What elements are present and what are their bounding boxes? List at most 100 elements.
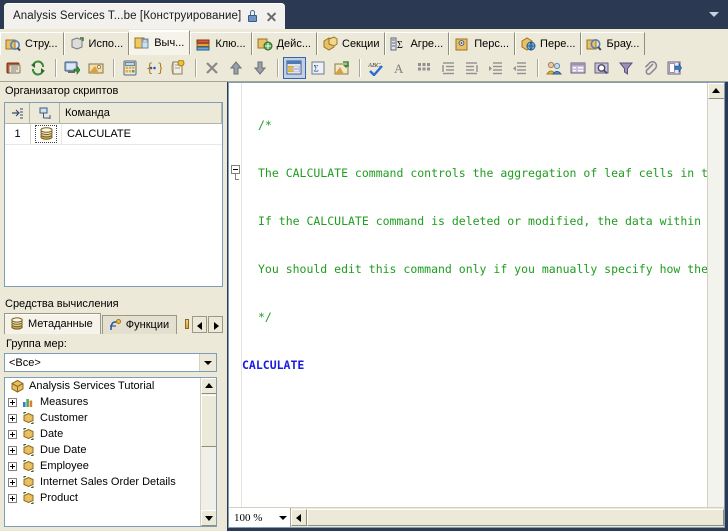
calculation-properties-icon[interactable]	[331, 57, 354, 79]
expand-plus-icon[interactable]	[8, 445, 17, 455]
expand-plus-icon[interactable]	[8, 413, 17, 423]
kpi-icon	[195, 36, 211, 52]
editor-horizontal-scrollbar[interactable]	[307, 509, 724, 526]
new-script-command-icon[interactable]	[3, 57, 26, 79]
measure-group-select[interactable]: <Все>	[4, 353, 217, 372]
tab-metadata-label: Метаданные	[28, 318, 93, 330]
script-view-icon[interactable]: Σ	[307, 57, 330, 79]
increase-indent-icon[interactable]	[485, 57, 508, 79]
row-selector-icon[interactable]	[5, 103, 30, 123]
tab-calculations-label: Выч...	[154, 36, 185, 49]
attach-icon[interactable]	[639, 57, 662, 79]
tab-metadata[interactable]: Метаданные	[4, 313, 101, 334]
scrollbar-thumb[interactable]	[201, 395, 216, 447]
new-named-set-icon[interactable]: {}	[143, 57, 166, 79]
grid-icon[interactable]	[413, 57, 436, 79]
grid-column-command[interactable]: Команда	[60, 103, 222, 123]
expand-plus-icon[interactable]	[8, 477, 17, 487]
tree-item-date[interactable]: Date	[5, 426, 200, 442]
export-icon[interactable]	[663, 57, 686, 79]
actions-icon	[257, 36, 273, 52]
font-icon[interactable]: A	[389, 57, 412, 79]
filter-icon[interactable]	[615, 57, 638, 79]
indent-right-icon[interactable]	[461, 57, 484, 79]
measures-icon	[21, 395, 36, 409]
tab-functions[interactable]: Функции	[101, 315, 178, 334]
scroll-left-icon[interactable]	[192, 316, 207, 333]
collapse-minus-icon[interactable]	[231, 165, 240, 174]
scroll-up-icon[interactable]	[708, 83, 724, 99]
move-down-icon[interactable]	[249, 57, 272, 79]
tree-item-cube[interactable]: Analysis Services Tutorial	[5, 378, 200, 394]
tab-perspectives[interactable]: Перс...	[449, 32, 516, 55]
grid-header-row: Команда	[5, 103, 222, 124]
scroll-down-icon[interactable]	[201, 510, 216, 526]
new-script-command-2-icon[interactable]	[167, 57, 190, 79]
decrease-indent-icon[interactable]	[509, 57, 532, 79]
tree-item-employee[interactable]: Employee	[5, 458, 200, 474]
delete-icon[interactable]	[201, 57, 224, 79]
editor-vertical-scrollbar[interactable]	[707, 83, 724, 507]
script-command-icon-cell[interactable]	[31, 124, 62, 144]
refresh-icon[interactable]	[27, 57, 50, 79]
scroll-up-icon[interactable]	[201, 378, 216, 394]
indent-left-icon[interactable]	[437, 57, 460, 79]
process-icon[interactable]	[61, 57, 84, 79]
tab-calculations[interactable]: Выч...	[129, 30, 191, 55]
chevron-down-icon[interactable]	[276, 508, 290, 527]
tab-actions[interactable]: Дейс...	[251, 32, 317, 55]
cube-designer-window: Analysis Services T...be [Конструировани…	[0, 0, 728, 531]
tree-item-measures[interactable]: Measures	[5, 394, 200, 410]
check-syntax-icon[interactable]: ABC	[365, 57, 388, 79]
scroll-right-icon[interactable]	[208, 316, 223, 333]
expand-plus-icon[interactable]	[8, 461, 17, 471]
zoom-icon[interactable]	[591, 57, 614, 79]
metadata-tree[interactable]: Analysis Services Tutorial Measures Cust…	[4, 377, 217, 527]
chevron-down-icon[interactable]	[707, 8, 720, 21]
form-view-icon[interactable]	[283, 57, 306, 79]
tree-item-due-date[interactable]: Due Date	[5, 442, 200, 458]
table-row[interactable]: 1 CALCULATE	[5, 124, 222, 145]
expand-plus-icon[interactable]	[8, 493, 17, 503]
close-icon[interactable]	[265, 10, 278, 23]
expand-plus-icon[interactable]	[8, 429, 17, 439]
toolbar-separator	[195, 59, 197, 77]
svg-text:A: A	[394, 61, 404, 76]
toolbar-separator	[359, 59, 361, 77]
scroll-left-icon[interactable]	[291, 509, 307, 526]
document-tab[interactable]: Analysis Services T...be [Конструировани…	[4, 3, 286, 29]
tree-item-internet-sales-order-details[interactable]: Internet Sales Order Details	[5, 474, 200, 490]
script-organizer-grid[interactable]: Команда 1 CALCULATE	[4, 102, 223, 287]
tab-translations[interactable]: Пере...	[515, 32, 582, 55]
chevron-down-icon[interactable]	[199, 354, 216, 371]
tab-browser[interactable]: Брау...	[581, 32, 646, 55]
mdx-script-editor[interactable]: /* The CALCULATE command controls the ag…	[228, 82, 725, 528]
tab-partitions[interactable]: Секции	[317, 32, 386, 55]
editor-code-area[interactable]: /* The CALCULATE command controls the ag…	[229, 83, 707, 507]
row-number: 1	[5, 124, 31, 144]
editor-bottom-bar: 100 %	[229, 507, 724, 527]
expand-plus-icon[interactable]	[8, 397, 17, 407]
measure-group-label: Группа мер:	[6, 338, 67, 350]
toolbar-separator	[113, 59, 115, 77]
tab-browser-label: Брау...	[606, 38, 640, 50]
dimension-icon	[21, 443, 36, 457]
calculation-tools-title: Средства вычисления	[0, 295, 227, 313]
tree-item-customer[interactable]: Customer	[5, 410, 200, 426]
new-calculated-member-icon[interactable]	[119, 57, 142, 79]
pin-icon[interactable]	[184, 316, 191, 333]
script-type-icon[interactable]	[30, 103, 60, 123]
tab-dimension-usage[interactable]: Испо...	[63, 32, 130, 55]
metadata-tree-scrollbar[interactable]	[200, 378, 216, 526]
zoom-level-select[interactable]: 100 %	[229, 508, 291, 527]
tab-structure[interactable]: Стру...	[0, 32, 64, 55]
tab-perspectives-label: Перс...	[474, 38, 510, 50]
roles-icon[interactable]	[543, 57, 566, 79]
properties-window-icon[interactable]	[567, 57, 590, 79]
tree-item-product[interactable]: Product	[5, 490, 200, 506]
deploy-icon[interactable]	[85, 57, 108, 79]
toolbar-separator	[55, 59, 57, 77]
tab-aggregations[interactable]: Σ Агре...	[385, 32, 450, 55]
tab-kpi[interactable]: Клю...	[190, 32, 252, 55]
move-up-icon[interactable]	[225, 57, 248, 79]
